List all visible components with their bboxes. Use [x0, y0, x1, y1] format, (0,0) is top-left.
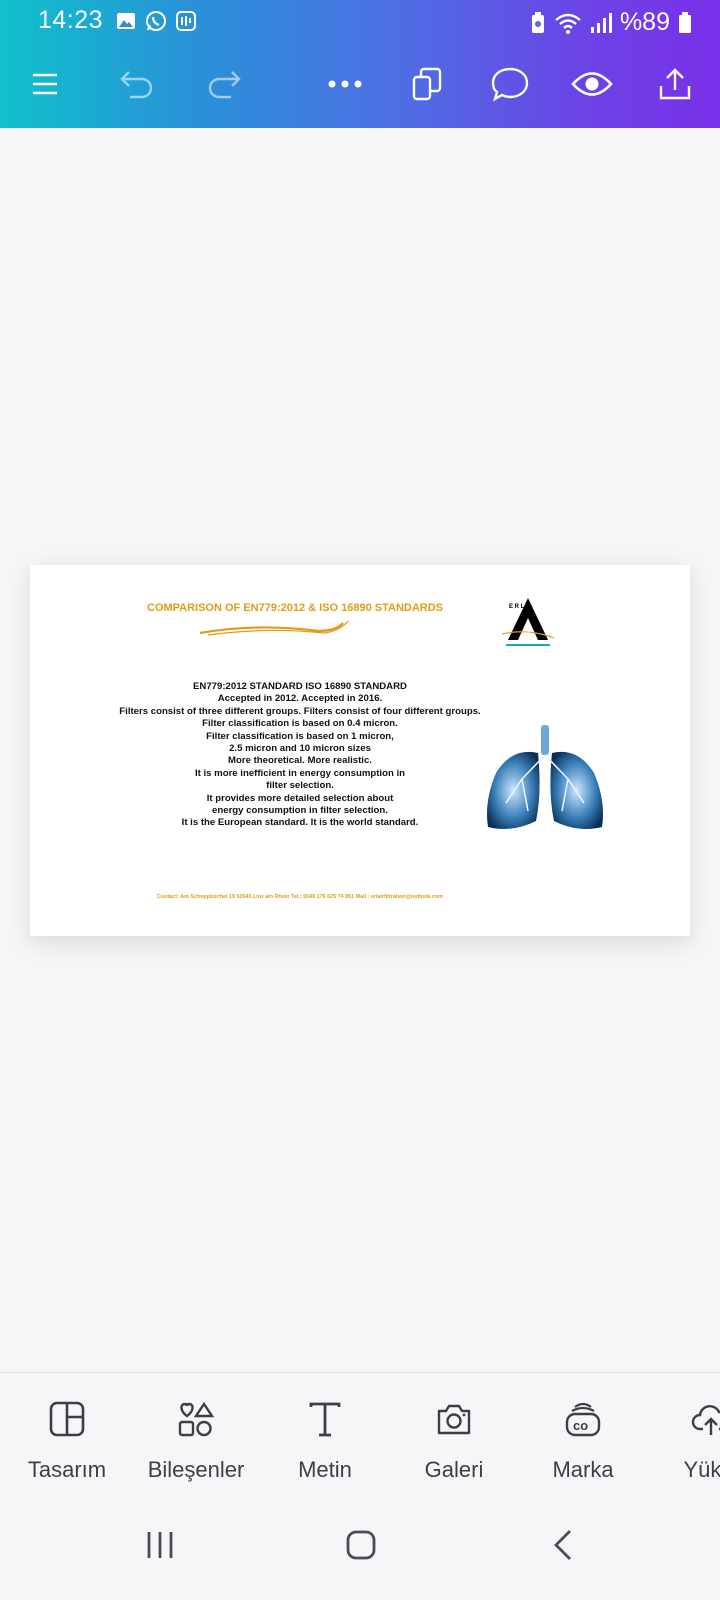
signal-icon: [590, 12, 612, 33]
nav-elements[interactable]: Bileşenler: [131, 1373, 261, 1491]
logo-letters: E R L: [509, 604, 525, 610]
text-line: It provides more detailed selection abou…: [206, 792, 394, 804]
share-icon: [659, 68, 691, 100]
preview-icon: [571, 72, 613, 96]
nav-upload[interactable]: Yükle: [646, 1373, 720, 1491]
pages-button[interactable]: [401, 58, 453, 110]
nav-text[interactable]: Metin: [260, 1373, 390, 1491]
text-icon: [309, 1402, 341, 1437]
status-icons-left: [116, 10, 196, 32]
text-line: Filters consist of three different group…: [119, 705, 481, 717]
nav-label: Galeri: [424, 1457, 484, 1482]
undo-icon: [120, 71, 153, 99]
company-logo[interactable]: E R L AIR FILTER: [500, 594, 556, 650]
battery-percentage: %89: [619, 8, 670, 36]
nav-label: Marka: [552, 1457, 614, 1482]
nav-brand[interactable]: co Marka: [518, 1373, 648, 1491]
redo-button[interactable]: [198, 58, 250, 110]
nav-design[interactable]: Tasarım: [2, 1373, 132, 1491]
status-right: %89: [530, 8, 692, 37]
elements-icon: [178, 1401, 215, 1437]
undo-button[interactable]: [111, 58, 163, 110]
text-line: EN779:2012 STANDARD ISO 16890 STANDARD: [193, 681, 407, 692]
recent-apps-button[interactable]: [130, 1522, 190, 1568]
back-icon: [554, 1530, 571, 1560]
svg-text:co: co: [573, 1418, 588, 1433]
battery-saver-icon: [531, 11, 544, 33]
share-button[interactable]: [649, 58, 701, 110]
brand-icon: co: [565, 1402, 601, 1437]
text-line: energy consumption in filter selection.: [212, 805, 388, 817]
text-line: More theoretical. More realistic.: [228, 755, 372, 767]
nav-label: Yükle: [683, 1457, 720, 1482]
redo-icon: [208, 71, 241, 99]
preview-button[interactable]: [566, 58, 618, 110]
text-line: filter selection.: [266, 780, 334, 792]
bottom-toolbar: Tasarım Bileşenler Metin Galeri co Marka…: [0, 1372, 720, 1491]
logo-sub2: FILTER: [524, 636, 535, 640]
home-button[interactable]: [331, 1522, 391, 1568]
nav-label: Bileşenler: [147, 1457, 245, 1482]
gallery-icon: [117, 13, 135, 29]
app-icon: [176, 11, 196, 31]
wifi-icon: [555, 13, 581, 34]
text-line: Accepted in 2012. Accepted in 2016.: [217, 693, 383, 705]
whatsapp-icon: [146, 11, 166, 31]
swoosh-underline: [199, 620, 349, 636]
home-icon: [346, 1530, 376, 1560]
upload-icon: [691, 1405, 720, 1435]
document-title[interactable]: COMPARISON OF EN779:2012 & ISO 16890 STA…: [110, 602, 480, 614]
more-button[interactable]: [319, 58, 371, 110]
system-navigation-bar: [0, 1490, 720, 1600]
more-icon: [328, 80, 362, 88]
contact-line[interactable]: Contact: Am Schoppbüchel 19 53545 Linz a…: [90, 894, 510, 900]
nav-gallery[interactable]: Galeri: [389, 1373, 519, 1491]
top-bar: 14:23 %89: [0, 0, 720, 128]
menu-button[interactable]: [19, 58, 71, 110]
lungs-image[interactable]: [482, 723, 608, 835]
status-time: 14:23: [38, 6, 104, 34]
menu-icon: [33, 73, 57, 95]
comment-icon: [491, 67, 529, 102]
battery-icon: [679, 11, 691, 33]
text-line: It is the European standard. It is the w…: [181, 817, 419, 829]
recent-apps-icon: [147, 1532, 173, 1558]
comparison-text[interactable]: EN779:2012 STANDARD ISO 16890 STANDARD A…: [80, 681, 520, 830]
comment-button[interactable]: [484, 58, 536, 110]
layout-icon: [49, 1401, 85, 1437]
text-line: Filter classification is based on 1 micr…: [206, 730, 394, 742]
back-button[interactable]: [533, 1522, 593, 1568]
text-line: 2.5 micron and 10 micron sizes: [229, 743, 371, 755]
nav-label: Metin: [298, 1457, 352, 1482]
text-line: It is more inefficient in energy consump…: [194, 767, 406, 779]
nav-label: Tasarım: [27, 1457, 107, 1482]
camera-icon: [437, 1404, 471, 1435]
pages-icon: [412, 67, 442, 101]
text-line: Filter classification is based on 0.4 mi…: [202, 718, 398, 730]
design-page[interactable]: COMPARISON OF EN779:2012 & ISO 16890 STA…: [30, 565, 690, 936]
logo-sub: AIR: [524, 630, 531, 635]
editor-toolbar: [0, 58, 720, 110]
